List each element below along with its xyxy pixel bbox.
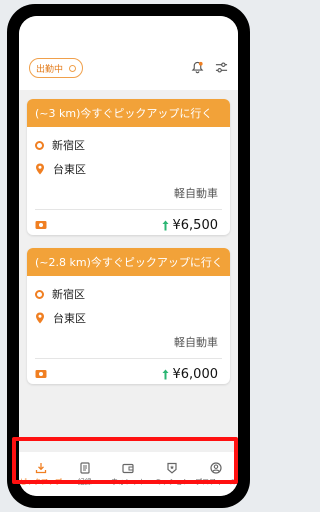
nav-item-profile[interactable]: プロフィール [194,461,238,487]
user-circle-icon [210,461,222,474]
dropoff-location: 台東区 [27,310,230,326]
duty-status-label: 出勤中 [36,64,64,75]
pickup-location-label: 新宿区 [52,288,85,301]
nav-label: プロフィール [195,477,238,486]
dropoff-location-label: 台東区 [53,163,86,176]
dropoff-location-label: 台東区 [53,312,86,325]
order-card-header: (~3 km)今すぐピックアップに行く [27,99,230,127]
top-bar: 出勤中 [19,16,238,90]
origin-circle-icon [35,289,44,299]
download-icon [35,462,47,473]
nav-label: ウォレット [110,477,146,486]
nav-item-records[interactable]: 記録 [63,461,107,487]
pickup-location-label: 新宿区 [52,139,85,152]
vehicle-type: 軽自動車 [174,187,218,200]
map-pin-icon [36,312,44,324]
pickup-location: 新宿区 [27,137,230,153]
origin-circle-icon [35,140,44,150]
wallet-icon [122,463,135,473]
order-card-header: (~2.8 km)今すぐピックアップに行く [27,248,230,276]
nav-label: ミッション [154,477,190,486]
nav-label: ピックアップ [19,477,62,486]
phone-frame: 出勤中 (~3 km)今すぐピックアップに行く 新宿区 台東区 軽自動車 ¥6,… [7,4,250,508]
bell-icon[interactable] [190,60,204,74]
vehicle-type: 軽自動車 [174,336,218,349]
map-pin-icon [36,163,44,175]
cash-icon [35,370,47,378]
order-title: (~2.8 km)今すぐピックアップに行く [35,256,223,269]
shield-star-icon [167,462,177,474]
nav-item-missions[interactable]: ミッション [150,462,194,487]
nav-item-wallet[interactable]: ウォレット [107,462,151,487]
pickup-location: 新宿区 [27,286,230,302]
document-icon [80,461,90,474]
order-card[interactable]: (~2.8 km)今すぐピックアップに行く 新宿区 台東区 軽自動車 ¥6,00… [27,248,230,384]
nav-label: 記録 [77,477,92,486]
app-screen: 出勤中 (~3 km)今すぐピックアップに行く 新宿区 台東区 軽自動車 ¥6,… [19,16,238,496]
order-title: (~3 km)今すぐピックアップに行く [35,107,213,120]
fare-up-arrow-icon [162,220,168,230]
fare-amount: ¥6,000 [172,366,219,382]
filter-sliders-icon[interactable] [214,60,228,74]
fare-amount: ¥6,500 [172,217,219,233]
cash-icon [35,221,47,229]
duty-status-toggle[interactable]: 出勤中 [29,58,84,78]
dropoff-location: 台東区 [27,161,230,177]
toggle-knob-icon [69,64,77,72]
bottom-nav: ピックアップ 記録 ウォレット ミッション プロフィール [19,452,238,496]
nav-item-pickup[interactable]: ピックアップ [19,462,63,487]
fare-up-arrow-icon [162,369,168,379]
order-card[interactable]: (~3 km)今すぐピックアップに行く 新宿区 台東区 軽自動車 ¥6,500 [27,99,230,235]
